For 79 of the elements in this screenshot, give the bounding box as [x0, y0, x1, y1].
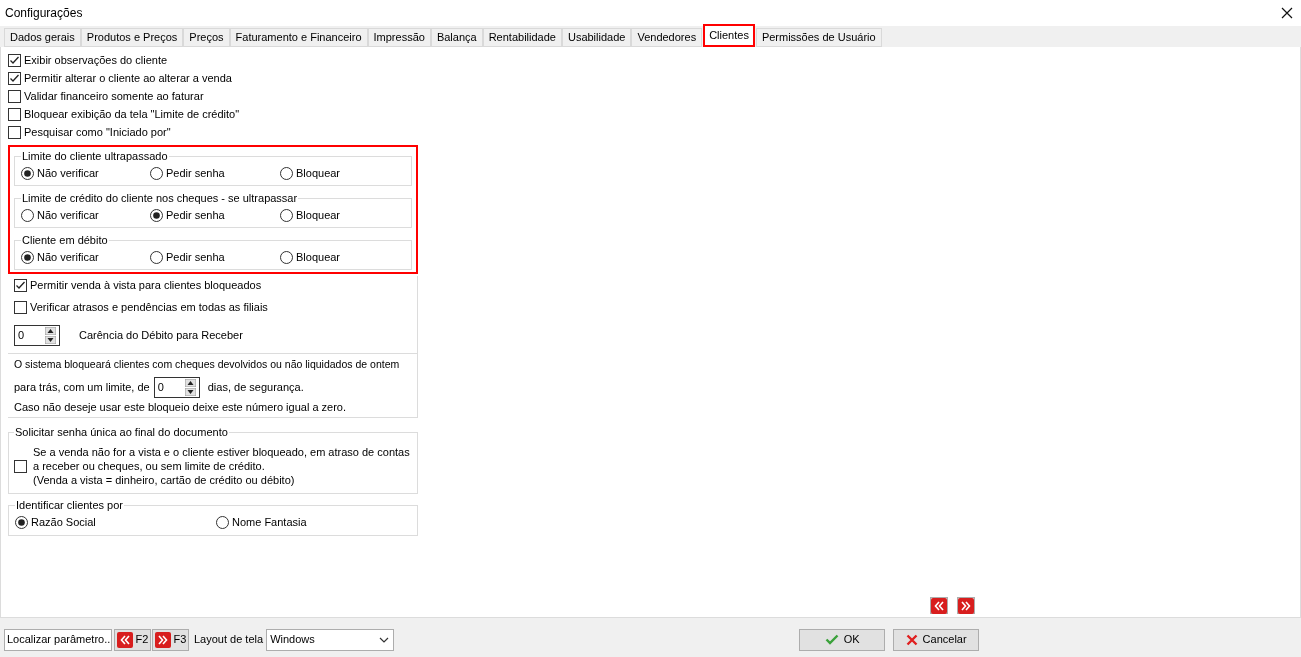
- search-parameter-button[interactable]: Localizar parâmetro..: [4, 628, 112, 651]
- checkbox-label: Exibir observações do cliente: [24, 52, 168, 68]
- tab[interactable]: Vendedores: [631, 28, 703, 47]
- tab[interactable]: Preços: [183, 28, 230, 47]
- checkbox[interactable]: [14, 278, 27, 292]
- tab[interactable]: Clientes: [703, 24, 755, 47]
- tab[interactable]: Permissões de Usuário: [755, 28, 882, 47]
- cancel-button[interactable]: Cancelar: [893, 628, 980, 651]
- tab[interactable]: Faturamento e Financeiro: [229, 28, 368, 47]
- checkbox[interactable]: [8, 125, 21, 139]
- radio-label: Nome Fantasia: [232, 514, 307, 530]
- radio-label: Razão Social: [31, 514, 96, 530]
- radio-label: Pedir senha: [166, 249, 225, 265]
- ok-button[interactable]: OK: [799, 628, 886, 651]
- radio-button[interactable]: [280, 250, 293, 264]
- radio-button[interactable]: [280, 166, 293, 180]
- radio-label: Bloquear: [296, 207, 341, 223]
- radio-button[interactable]: [21, 208, 34, 222]
- field-label: Carência do Débito para Receber: [79, 328, 243, 344]
- up-arrow-icon[interactable]: [45, 327, 56, 335]
- checkbox[interactable]: [8, 89, 21, 103]
- down-arrow-icon[interactable]: [184, 387, 196, 396]
- radio-label: Bloquear: [296, 249, 341, 265]
- radio-button[interactable]: [21, 166, 34, 180]
- description-text: dias, de segurança.: [207, 379, 304, 395]
- radio-label: Não verificar: [37, 207, 99, 223]
- tab[interactable]: Usabilidade: [561, 28, 632, 47]
- next-button[interactable]: [957, 597, 975, 614]
- previous-parameter-button[interactable]: F2: [114, 628, 151, 651]
- radio-button[interactable]: [216, 515, 229, 529]
- tab[interactable]: Impressão: [367, 28, 431, 47]
- radio-label: Pedir senha: [166, 207, 225, 223]
- description-text: Caso não deseje usar este bloqueio deixe este número igual a zero.: [14, 400, 347, 416]
- chevron-down-icon: [379, 636, 390, 643]
- tab[interactable]: Rentabilidade: [482, 28, 562, 47]
- group-title: Solicitar senha única ao final do documento: [14, 426, 229, 439]
- down-arrow-icon[interactable]: [45, 336, 56, 344]
- checkbox[interactable]: [8, 107, 21, 121]
- radio-label: Não verificar: [37, 165, 99, 181]
- up-arrow-icon[interactable]: [184, 378, 196, 387]
- checkbox-label: Verificar atrasos e pendências em todas as filiais: [30, 299, 268, 315]
- checkbox[interactable]: [8, 71, 21, 85]
- checkbox-label: Bloquear exibição da tela "Limite de crédito": [24, 106, 240, 122]
- radio-label: Pedir senha: [166, 165, 225, 181]
- number-field[interactable]: 0: [14, 325, 60, 346]
- checkbox[interactable]: [14, 300, 27, 314]
- radio-button[interactable]: [21, 250, 34, 264]
- checkbox-label: Permitir alterar o cliente ao alterar a venda: [24, 70, 232, 86]
- tab[interactable]: Produtos e Preços: [80, 28, 184, 47]
- checkbox[interactable]: [14, 459, 27, 473]
- tab[interactable]: Balança: [430, 28, 483, 47]
- field-label: Layout de tela: [194, 632, 264, 648]
- group-title: Cliente em débito: [21, 234, 109, 247]
- group-title: Limite do cliente ultrapassado: [21, 150, 169, 163]
- group-title: Identificar clientes por: [15, 499, 124, 512]
- radio-button[interactable]: [280, 208, 293, 222]
- next-parameter-button[interactable]: F3: [152, 628, 189, 651]
- option-description: Se a venda não for a vista e o cliente estiver bloqueado, em atraso de contas a receber ou cheques, ou sem limite de crédito. (Venda a vista = dinheiro, cartão de crédito ou débito): [33, 445, 410, 487]
- description-text: para trás, com um limite, de: [14, 379, 150, 395]
- checkbox-label: Permitir venda à vista para clientes bloqueados: [30, 277, 262, 293]
- checkbox[interactable]: [8, 53, 21, 67]
- radio-button[interactable]: [15, 515, 28, 529]
- description-text: O sistema bloqueará clientes com cheques devolvidos ou não liquidados de ontem: [14, 357, 400, 373]
- radio-button[interactable]: [150, 208, 163, 222]
- window-title: Configurações: [5, 5, 83, 22]
- radio-label: Bloquear: [296, 165, 341, 181]
- close-icon[interactable]: [1281, 7, 1293, 19]
- radio-button[interactable]: [150, 250, 163, 264]
- number-field[interactable]: 0: [153, 376, 200, 398]
- tab[interactable]: Dados gerais: [4, 28, 81, 47]
- group-title: Limite de crédito do cliente nos cheques - se ultrapassar: [21, 192, 299, 205]
- close-icon: [905, 633, 918, 646]
- radio-button[interactable]: [150, 166, 163, 180]
- checkbox-label: Validar financeiro somente ao faturar: [24, 88, 204, 104]
- previous-button[interactable]: [930, 597, 948, 614]
- radio-label: Não verificar: [37, 249, 99, 265]
- checkbox-label: Pesquisar como "Iniciado por": [24, 124, 171, 140]
- check-icon: [824, 634, 839, 645]
- layout-select[interactable]: Windows: [266, 628, 395, 651]
